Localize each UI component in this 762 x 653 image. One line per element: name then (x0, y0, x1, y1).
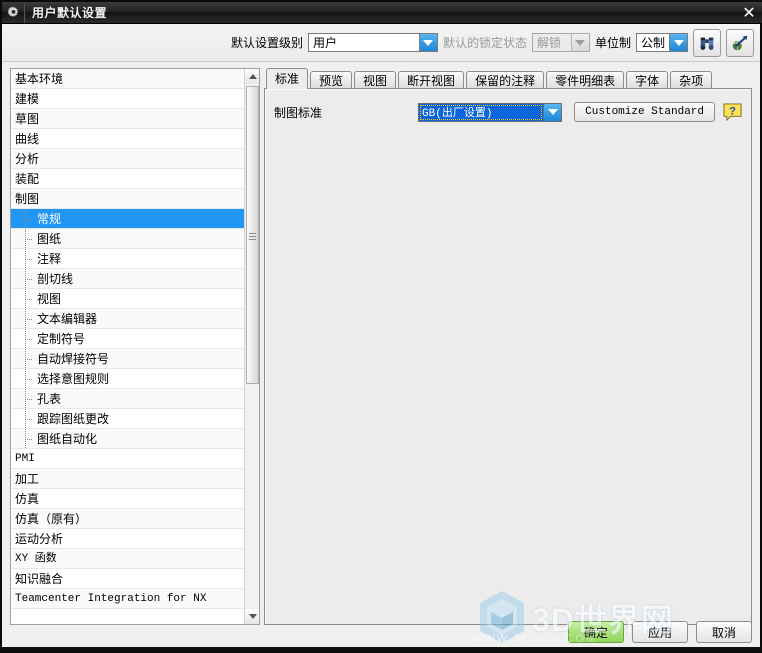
scroll-up-icon[interactable] (245, 69, 259, 84)
tree-item[interactable]: 选择意图规则 (11, 369, 244, 389)
help-icon[interactable]: ? (723, 102, 742, 122)
tab-0-active[interactable]: 标准 (266, 68, 309, 89)
chevron-down-icon[interactable] (418, 34, 437, 51)
settings-tree-list[interactable]: 基本环境 建模 草图 曲线 分析 装配 制图 常规 图纸 注释 剖切线 视图 文本编辑器 定制符号 自动焊接… (11, 69, 244, 624)
tree-scrollbar[interactable] (244, 69, 259, 624)
tab-panel-standard: 制图标准 GB(出厂设置) Customize Standard ? (264, 88, 752, 625)
tree-item[interactable]: 草图 (11, 109, 244, 129)
settings-panel: 标准 预览 视图 断开视图 保留的注释 零件明细表 字体 杂项 制图标准 GB(出厂设置) C… (264, 68, 752, 625)
tree-item[interactable]: 图纸自动化 (11, 429, 244, 449)
svg-text:?: ? (729, 105, 736, 117)
tree-item[interactable]: 加工 (11, 469, 244, 489)
tree-item[interactable]: XY 函数 (11, 549, 244, 569)
tree-item[interactable]: 仿真（原有） (11, 509, 244, 529)
tree-item[interactable]: 剖切线 (11, 269, 244, 289)
dialog-buttons: 确定 应用 取消 (568, 621, 752, 643)
scrollbar-thumb[interactable] (246, 86, 259, 384)
drafting-standard-row: 制图标准 GB(出厂设置) Customize Standard ? (274, 101, 742, 123)
tab-bar[interactable]: 标准 预览 视图 断开视图 保留的注释 零件明细表 字体 杂项 (264, 68, 752, 89)
drafting-standard-value: GB(出厂设置) (419, 103, 544, 121)
scrollbar-grip (249, 231, 256, 240)
arrow-globe-icon (732, 35, 748, 50)
tree-item[interactable]: 知识融合 (11, 569, 244, 589)
tree-item[interactable]: 仿真 (11, 489, 244, 509)
lock-state-value: 解锁 (536, 36, 561, 50)
apply-button[interactable]: 应用 (632, 621, 688, 643)
cancel-button[interactable]: 取消 (696, 621, 752, 643)
tree-item[interactable]: 曲线 (11, 129, 244, 149)
tree-item[interactable]: 注释 (11, 249, 244, 269)
tab-2[interactable]: 视图 (354, 71, 397, 89)
find-button[interactable] (693, 28, 721, 57)
default-level-label: 默认设置级别 (230, 36, 303, 50)
lock-state-select: 解锁 (531, 33, 590, 52)
user-defaults-dialog: 用户默认设置 ✕ 默认设置级别 用户 默认的锁定状态 解锁 单位制 公制 基本环… (0, 0, 762, 653)
default-level-select[interactable]: 用户 (307, 33, 438, 52)
drafting-standard-select[interactable]: GB(出厂设置) (418, 102, 563, 122)
tree-item[interactable]: PMI (11, 449, 244, 469)
tree-item[interactable]: 制图 (11, 189, 244, 209)
tree-item-selected[interactable]: 常规 (11, 209, 244, 229)
binoculars-icon (700, 37, 714, 50)
options-toolbar: 默认设置级别 用户 默认的锁定状态 解锁 单位制 公制 (2, 24, 760, 62)
tree-item[interactable]: 孔表 (11, 389, 244, 409)
chevron-down-icon[interactable] (543, 103, 562, 121)
tree-item[interactable]: 基本环境 (11, 69, 244, 89)
scroll-down-icon[interactable] (245, 609, 259, 624)
units-select[interactable]: 公制 (636, 33, 688, 52)
tree-item[interactable]: 运动分析 (11, 529, 244, 549)
window-title: 用户默认设置 (32, 6, 108, 20)
window-bottom-frame (2, 647, 762, 651)
tree-item[interactable]: Teamcenter Integration for NX (11, 589, 244, 609)
gear-icon (2, 2, 25, 23)
tree-item[interactable]: 文本编辑器 (11, 309, 244, 329)
customize-standard-button[interactable]: Customize Standard (574, 102, 715, 122)
tab-5[interactable]: 零件明细表 (546, 71, 625, 89)
tab-3[interactable]: 断开视图 (398, 71, 465, 89)
default-level-value: 用户 (312, 36, 337, 50)
tree-item[interactable]: 定制符号 (11, 329, 244, 349)
tab-6[interactable]: 字体 (626, 71, 669, 89)
tree-item[interactable]: 视图 (11, 289, 244, 309)
title-bar: 用户默认设置 ✕ (2, 2, 762, 24)
units-value: 公制 (641, 36, 666, 50)
tree-item[interactable]: 装配 (11, 169, 244, 189)
tree-item[interactable]: 分析 (11, 149, 244, 169)
tree-item[interactable]: 图纸 (11, 229, 244, 249)
tree-item[interactable]: 跟踪图纸更改 (11, 409, 244, 429)
units-label: 单位制 (594, 36, 631, 50)
tree-item[interactable]: 建模 (11, 89, 244, 109)
tab-1[interactable]: 预览 (310, 71, 353, 89)
tree-item[interactable]: 自动焊接符号 (11, 349, 244, 369)
tab-7[interactable]: 杂项 (670, 71, 713, 89)
drafting-standard-label: 制图标准 (274, 105, 323, 120)
close-icon[interactable]: ✕ (734, 2, 762, 24)
chevron-down-icon[interactable] (669, 34, 687, 51)
settings-tree[interactable]: 基本环境 建模 草图 曲线 分析 装配 制图 常规 图纸 注释 剖切线 视图 文本编辑器 定制符号 自动焊接… (10, 68, 260, 625)
manage-button[interactable] (726, 28, 754, 57)
dialog-body: 默认设置级别 用户 默认的锁定状态 解锁 单位制 公制 基本环境 建模 草图 曲… (2, 24, 760, 651)
ok-button[interactable]: 确定 (568, 621, 624, 643)
chevron-down-icon (570, 34, 589, 51)
lock-state-label: 默认的锁定状态 (442, 36, 527, 50)
tab-4[interactable]: 保留的注释 (466, 71, 545, 89)
